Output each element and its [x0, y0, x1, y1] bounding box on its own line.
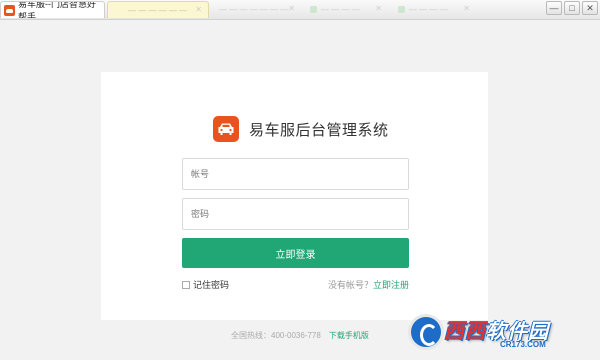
close-icon: ✕: [586, 2, 594, 13]
tab-5-label: — — — —: [409, 5, 448, 14]
brand-header: 易车服后台管理系统: [213, 116, 389, 142]
close-icon[interactable]: ✕: [463, 4, 470, 13]
watermark-brand-a: 西西: [444, 321, 486, 343]
tab-3-label: — — — — — — —: [219, 5, 289, 14]
account-input[interactable]: [182, 158, 409, 190]
window-controls: — □ ✕: [546, 1, 598, 15]
maximize-icon: □: [569, 2, 575, 13]
hotline-text: 全国热线：400-0036-778: [231, 331, 321, 340]
tab-3[interactable]: — — — — — — — ✕: [211, 1, 301, 18]
close-button[interactable]: ✕: [582, 1, 598, 15]
password-input[interactable]: [182, 198, 409, 230]
tab-main-app[interactable]: 易车服--门店智慧好帮手: [0, 1, 105, 18]
register-link[interactable]: 立即注册: [373, 280, 409, 290]
tab-5[interactable]: — — — — ✕: [390, 1, 476, 18]
tab-main-app-label: 易车服--门店智慧好帮手: [18, 1, 96, 18]
page-title: 易车服后台管理系统: [249, 121, 389, 139]
no-account-text: 没有帐号？: [327, 280, 373, 290]
footer: 全国热线：400-0036-778 下载手机版: [231, 330, 369, 341]
login-card: 易车服后台管理系统 立即登录 记住密码 没有帐号？立即注册: [101, 72, 488, 320]
remember-password[interactable]: 记住密码: [182, 278, 229, 291]
login-button[interactable]: 立即登录: [182, 238, 409, 268]
close-icon[interactable]: ✕: [288, 4, 295, 13]
tab-4-label: — — — —: [321, 5, 360, 14]
tab-favicon-icon: [398, 6, 405, 13]
window-titlebar: 易车服--门店智慧好帮手 — — — — — — ✕ — — — — — — —…: [0, 0, 600, 20]
watermark-logo: 西西软件园 CR173.COM: [408, 312, 594, 352]
tab-favicon-icon: [310, 6, 317, 13]
car-logo-icon: [213, 116, 239, 142]
remember-label: 记住密码: [193, 280, 230, 290]
download-mobile-link[interactable]: 下载手机版: [329, 330, 369, 341]
tab-active-label: — — — — — —: [128, 5, 188, 15]
minimize-icon: —: [549, 2, 559, 13]
close-icon[interactable]: ✕: [375, 4, 382, 13]
tab-active[interactable]: — — — — — — ✕: [107, 1, 209, 18]
maximize-button[interactable]: □: [564, 1, 580, 15]
tab-4[interactable]: — — — — ✕: [302, 1, 388, 18]
close-icon[interactable]: ✕: [195, 5, 202, 14]
watermark-url: CR173.COM: [500, 340, 546, 349]
remember-checkbox[interactable]: [182, 280, 190, 289]
register-prompt: 没有帐号？立即注册: [328, 278, 409, 291]
minimize-button[interactable]: —: [546, 1, 562, 15]
watermark-c-icon: [408, 314, 444, 350]
app-logo-icon: [4, 4, 15, 16]
